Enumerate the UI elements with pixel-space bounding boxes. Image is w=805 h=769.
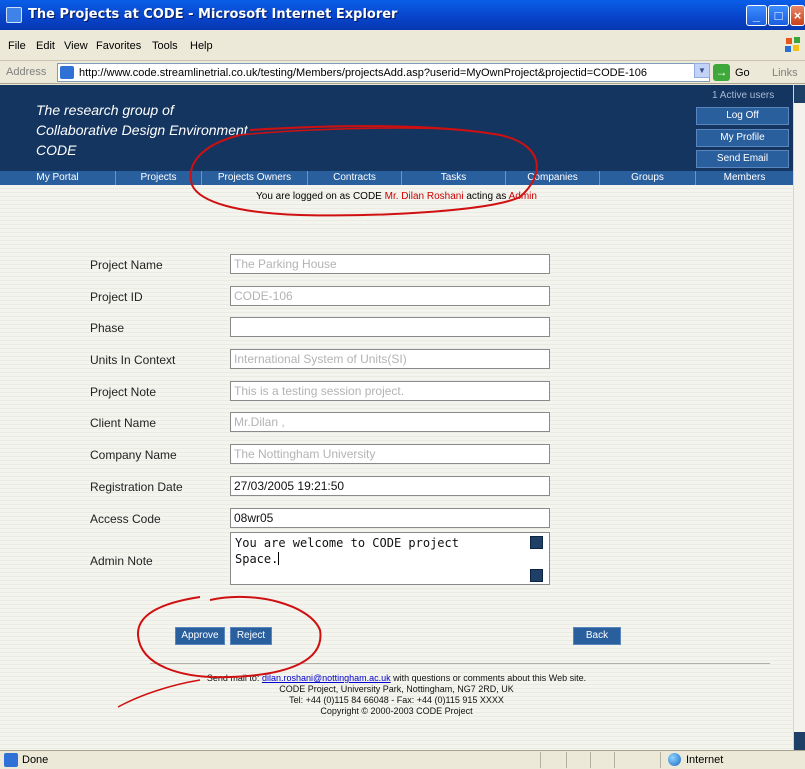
- status-separator: [660, 752, 661, 768]
- header-line-2: Collaborative Design Environment: [36, 122, 248, 138]
- status-separator: [590, 752, 591, 768]
- status-text: Done: [22, 754, 49, 766]
- menu-bar: File Edit View Favorites Tools Help: [0, 30, 805, 61]
- login-user: Mr. Dilan Roshani: [384, 191, 464, 202]
- phase-input[interactable]: [230, 317, 550, 337]
- textarea-scroll-up-icon[interactable]: [530, 536, 543, 549]
- units-in-context-label: Units In Context: [90, 353, 176, 367]
- page-icon: [60, 66, 74, 79]
- admin-note-line-2: Space.: [235, 552, 279, 566]
- go-arrow-icon[interactable]: →: [713, 64, 730, 81]
- client-name-input[interactable]: Mr.Dilan ,: [230, 412, 550, 432]
- footer-mail-suffix: with questions or comments about this We…: [390, 673, 587, 683]
- log-off-button[interactable]: Log Off: [696, 107, 789, 125]
- address-input[interactable]: http://www.code.streamlinetrial.co.uk/te…: [57, 63, 710, 82]
- scroll-down-icon[interactable]: [794, 732, 805, 750]
- scroll-up-icon[interactable]: [794, 85, 805, 103]
- project-id-input[interactable]: CODE-106: [230, 286, 550, 306]
- menu-edit[interactable]: Edit: [36, 40, 55, 52]
- company-name-label: Company Name: [90, 448, 177, 462]
- nav-members[interactable]: Members: [696, 171, 793, 185]
- login-middle: acting as: [463, 191, 509, 202]
- admin-note-label: Admin Note: [90, 554, 153, 568]
- footer-phone: Tel: +44 (0)115 84 66048 - Fax: +44 (0)1…: [289, 695, 504, 705]
- send-email-button[interactable]: Send Email: [696, 150, 789, 168]
- nav-companies[interactable]: Companies: [506, 171, 600, 185]
- nav-contracts[interactable]: Contracts: [308, 171, 402, 185]
- login-prefix: You are logged on as CODE: [256, 191, 385, 202]
- site-header: The research group of Collaborative Desi…: [0, 85, 793, 173]
- footer-mail-line: Send mail to: dilan.roshani@nottingham.a…: [0, 673, 793, 684]
- nav-tasks[interactable]: Tasks: [402, 171, 506, 185]
- page-viewport: The research group of Collaborative Desi…: [0, 85, 793, 750]
- close-button[interactable]: ×: [790, 5, 805, 26]
- registration-date-input[interactable]: 27/03/2005 19:21:50: [230, 476, 550, 496]
- maximize-button[interactable]: □: [768, 5, 789, 26]
- internet-globe-icon: [668, 753, 681, 766]
- my-profile-button[interactable]: My Profile: [696, 129, 789, 147]
- ie-app-icon: [6, 7, 22, 23]
- reject-button[interactable]: Reject: [230, 627, 272, 645]
- footer-divider: [150, 663, 770, 664]
- status-separator: [614, 752, 615, 768]
- page-done-icon: [4, 753, 18, 767]
- address-label: Address: [6, 66, 47, 78]
- go-button[interactable]: Go: [735, 67, 750, 79]
- windows-logo-icon: [785, 37, 800, 52]
- footer-mail-link[interactable]: dilan.roshani@nottingham.ac.uk: [262, 673, 391, 683]
- textarea-scroll-down-icon[interactable]: [530, 569, 543, 582]
- nav-my-portal[interactable]: My Portal: [0, 171, 116, 185]
- login-status: You are logged on as CODE Mr. Dilan Rosh…: [0, 191, 793, 202]
- window-title: The Projects at CODE - Microsoft Interne…: [28, 7, 398, 22]
- address-bar: Address http://www.code.streamlinetrial.…: [0, 62, 805, 84]
- login-role: Admin: [508, 191, 537, 202]
- links-button[interactable]: Links: [772, 67, 798, 79]
- project-note-input[interactable]: This is a testing session project.: [230, 381, 550, 401]
- phase-label: Phase: [90, 321, 125, 335]
- page-footer: Send mail to: dilan.roshani@nottingham.a…: [0, 673, 793, 717]
- client-name-label: Client Name: [90, 416, 157, 430]
- active-users-link[interactable]: 1 Active users: [712, 90, 774, 101]
- header-line-1: The research group of: [36, 102, 174, 118]
- menu-favorites[interactable]: Favorites: [96, 40, 141, 52]
- admin-note-line-2-wrap: Space.: [235, 551, 521, 567]
- menu-tools[interactable]: Tools: [152, 40, 178, 52]
- footer-address: CODE Project, University Park, Nottingha…: [279, 684, 514, 694]
- menu-help[interactable]: Help: [190, 40, 213, 52]
- minimize-button[interactable]: _: [746, 5, 767, 26]
- security-zone: Internet: [686, 754, 724, 766]
- text-caret: [278, 552, 280, 565]
- project-note-label: Project Note: [90, 385, 157, 399]
- admin-note-line-1: You are welcome to CODE project: [235, 536, 459, 550]
- units-in-context-input[interactable]: International System of Units(SI): [230, 349, 550, 369]
- company-name-input[interactable]: The Nottingham University: [230, 444, 550, 464]
- admin-note-textarea[interactable]: You are welcome to CODE project Space.: [230, 532, 550, 585]
- footer-mail-prefix: Send mail to:: [206, 673, 262, 683]
- back-button[interactable]: Back: [573, 627, 621, 645]
- header-line-3: CODE: [36, 142, 77, 158]
- title-bar: The Projects at CODE - Microsoft Interne…: [0, 0, 805, 30]
- address-dropdown-icon[interactable]: ▼: [694, 63, 710, 78]
- status-bar: Done Internet: [0, 750, 805, 769]
- project-name-label: Project Name: [90, 258, 163, 272]
- project-name-input[interactable]: The Parking House: [230, 254, 550, 274]
- registration-date-label: Registration Date: [90, 480, 183, 494]
- menu-view[interactable]: View: [64, 40, 88, 52]
- page-scrollbar[interactable]: [793, 85, 805, 750]
- access-code-input[interactable]: 08wr05: [230, 508, 550, 528]
- main-nav: My Portal Projects Projects Owners Contr…: [0, 171, 793, 185]
- status-separator: [566, 752, 567, 768]
- footer-copyright: Copyright © 2000-2003 CODE Project: [320, 706, 473, 716]
- project-id-label: Project ID: [90, 290, 143, 304]
- approve-button[interactable]: Approve: [175, 627, 225, 645]
- nav-projects-owners[interactable]: Projects Owners: [202, 171, 308, 185]
- status-separator: [540, 752, 541, 768]
- access-code-label: Access Code: [90, 512, 161, 526]
- nav-groups[interactable]: Groups: [600, 171, 696, 185]
- nav-projects[interactable]: Projects: [116, 171, 202, 185]
- address-url: http://www.code.streamlinetrial.co.uk/te…: [79, 67, 647, 79]
- menu-file[interactable]: File: [8, 40, 26, 52]
